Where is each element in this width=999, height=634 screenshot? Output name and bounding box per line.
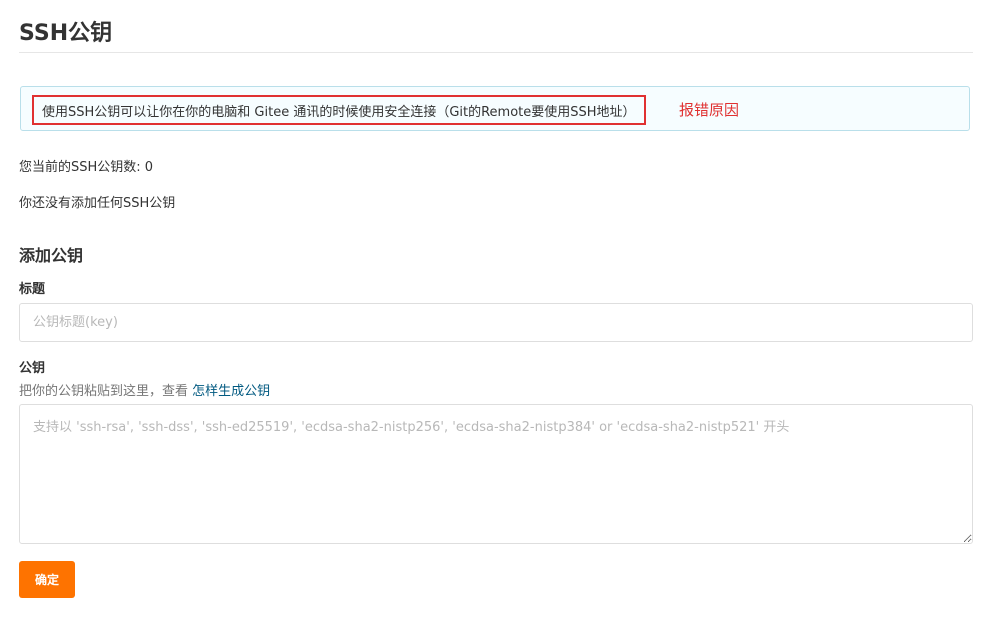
info-message-highlight: 使用SSH公钥可以让你在你的电脑和 Gitee 通讯的时候使用安全连接（Git的… bbox=[32, 95, 646, 125]
public-key-textarea[interactable] bbox=[19, 404, 973, 544]
info-message: 使用SSH公钥可以让你在你的电脑和 Gitee 通讯的时候使用安全连接（Git的… bbox=[42, 104, 636, 120]
title-field-label: 标题 bbox=[19, 282, 46, 297]
confirm-button[interactable]: 确定 bbox=[19, 561, 75, 598]
key-title-input[interactable] bbox=[19, 303, 973, 342]
key-count-label: 您当前的SSH公钥数: 0 bbox=[19, 160, 154, 175]
key-field-label: 公钥 bbox=[19, 361, 46, 376]
key-hint-text: 把你的公钥粘贴到这里，查看 bbox=[19, 384, 193, 399]
info-box: 使用SSH公钥可以让你在你的电脑和 Gitee 通讯的时候使用安全连接（Git的… bbox=[20, 86, 970, 131]
title-divider bbox=[19, 52, 973, 53]
key-field-hint: 把你的公钥粘贴到这里，查看 怎样生成公钥 bbox=[19, 383, 270, 401]
error-reason-annotation: 报错原因 bbox=[679, 101, 740, 119]
page-title: SSH公钥 bbox=[19, 21, 113, 46]
empty-keys-message: 你还没有添加任何SSH公钥 bbox=[19, 196, 176, 211]
add-key-heading: 添加公钥 bbox=[19, 246, 84, 265]
how-to-generate-key-link[interactable]: 怎样生成公钥 bbox=[192, 384, 270, 399]
